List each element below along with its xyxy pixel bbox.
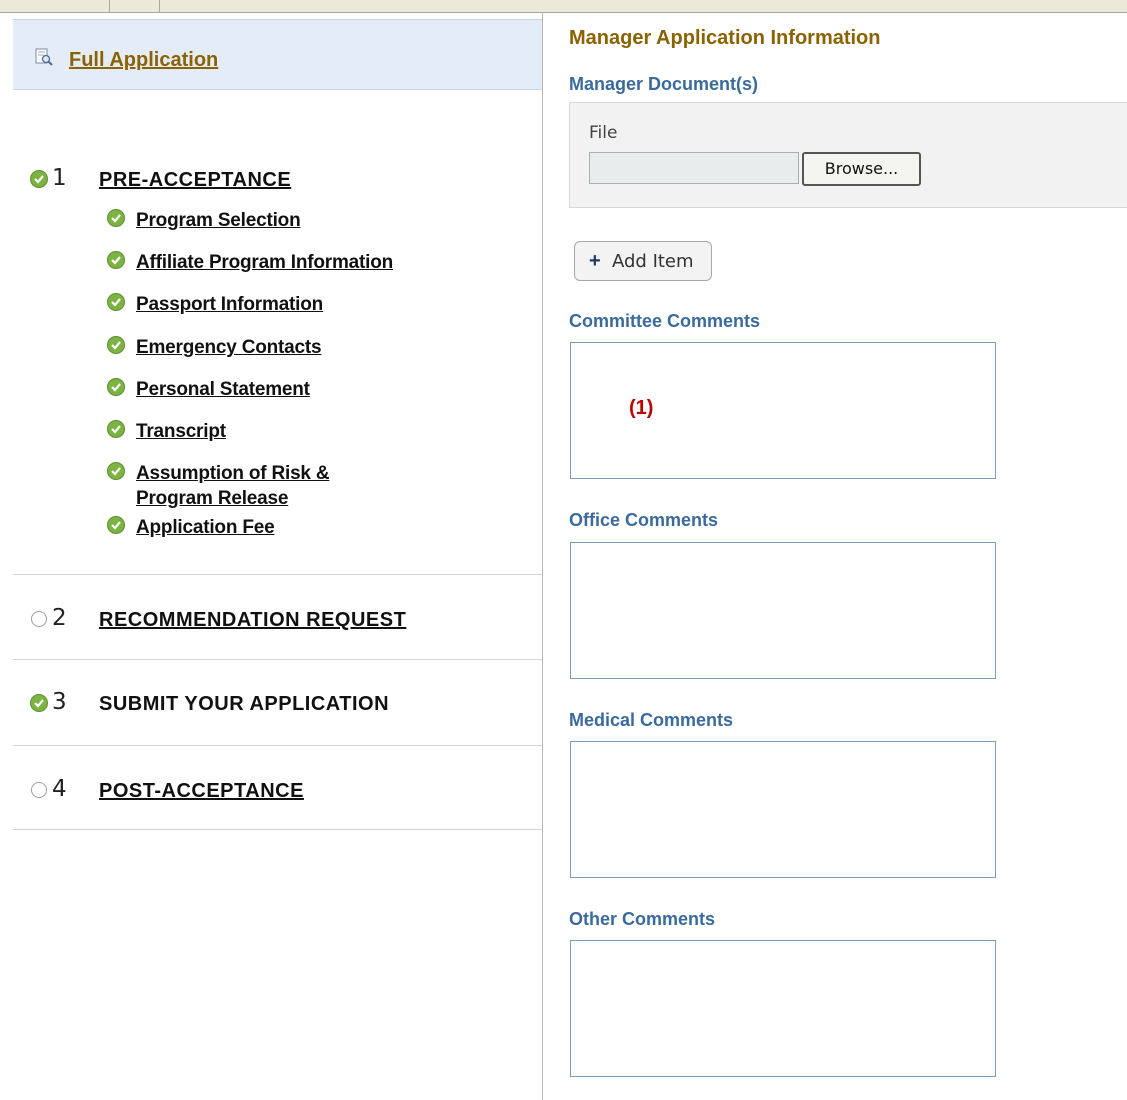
step-number: 2 [52, 605, 67, 631]
committee-comments-label: Committee Comments [569, 311, 761, 331]
step-number: 1 [52, 165, 67, 191]
other-comments-label: Other Comments [569, 909, 716, 929]
full-application-banner: Full Application [13, 19, 542, 90]
step-link-post-acceptance[interactable]: POST-ACCEPTANCE [99, 780, 304, 803]
incomplete-circle-icon [31, 611, 47, 627]
divider [13, 574, 542, 575]
plus-icon: + [589, 250, 601, 272]
sidebar-link-assumption-of-risk[interactable]: Assumption of Risk & [136, 461, 330, 486]
complete-check-icon [30, 694, 48, 712]
annotation-marker: (1) [629, 397, 654, 419]
toolbar-divider [159, 0, 160, 12]
divider [13, 745, 542, 746]
file-path-input[interactable] [589, 152, 799, 184]
manager-application-panel: Manager Application Information Manager … [543, 13, 1127, 1100]
sidebar-link-program-release[interactable]: Program Release [136, 486, 288, 511]
sidebar-link-personal-statement[interactable]: Personal Statement [136, 377, 310, 402]
complete-check-icon [107, 336, 125, 354]
step-link-pre-acceptance[interactable]: PRE-ACCEPTANCE [99, 169, 291, 192]
file-upload-box: File Browse... [569, 102, 1127, 208]
sidebar-link-emergency-contacts[interactable]: Emergency Contacts [136, 335, 322, 360]
complete-check-icon [107, 378, 125, 396]
sidebar-link-affiliate-program-information[interactable]: Affiliate Program Information [136, 250, 393, 275]
browser-toolbar-strip [0, 0, 1127, 13]
document-preview-icon [35, 48, 53, 66]
divider [13, 659, 542, 660]
file-label: File [589, 123, 618, 143]
other-comments-textarea[interactable] [570, 940, 996, 1077]
toolbar-divider [109, 0, 110, 12]
step-link-recommendation-request[interactable]: RECOMMENDATION REQUEST [99, 609, 406, 632]
add-item-button[interactable]: + Add Item [574, 241, 712, 281]
incomplete-circle-icon [31, 782, 47, 798]
sidebar-link-passport-information[interactable]: Passport Information [136, 292, 323, 317]
step-number: 4 [52, 776, 67, 802]
browse-button[interactable]: Browse... [802, 152, 921, 186]
full-application-link[interactable]: Full Application [69, 49, 218, 72]
divider [13, 829, 542, 830]
office-comments-label: Office Comments [569, 510, 719, 530]
complete-check-icon [30, 170, 48, 188]
complete-check-icon [107, 209, 125, 227]
step-label-submit-application: SUBMIT YOUR APPLICATION [99, 693, 390, 715]
manager-documents-label: Manager Document(s) [569, 74, 759, 94]
sidebar-link-transcript[interactable]: Transcript [136, 419, 226, 444]
section-title: Manager Application Information [569, 27, 881, 49]
office-comments-textarea[interactable] [570, 542, 996, 679]
sidebar-link-program-selection[interactable]: Program Selection [136, 208, 301, 233]
medical-comments-textarea[interactable] [570, 741, 996, 878]
complete-check-icon [107, 462, 125, 480]
complete-check-icon [107, 293, 125, 311]
sidebar-link-application-fee[interactable]: Application Fee [136, 515, 275, 540]
add-item-label: Add Item [612, 251, 694, 272]
complete-check-icon [107, 516, 125, 534]
medical-comments-label: Medical Comments [569, 710, 734, 730]
complete-check-icon [107, 251, 125, 269]
step-number: 3 [52, 689, 67, 715]
complete-check-icon [107, 420, 125, 438]
